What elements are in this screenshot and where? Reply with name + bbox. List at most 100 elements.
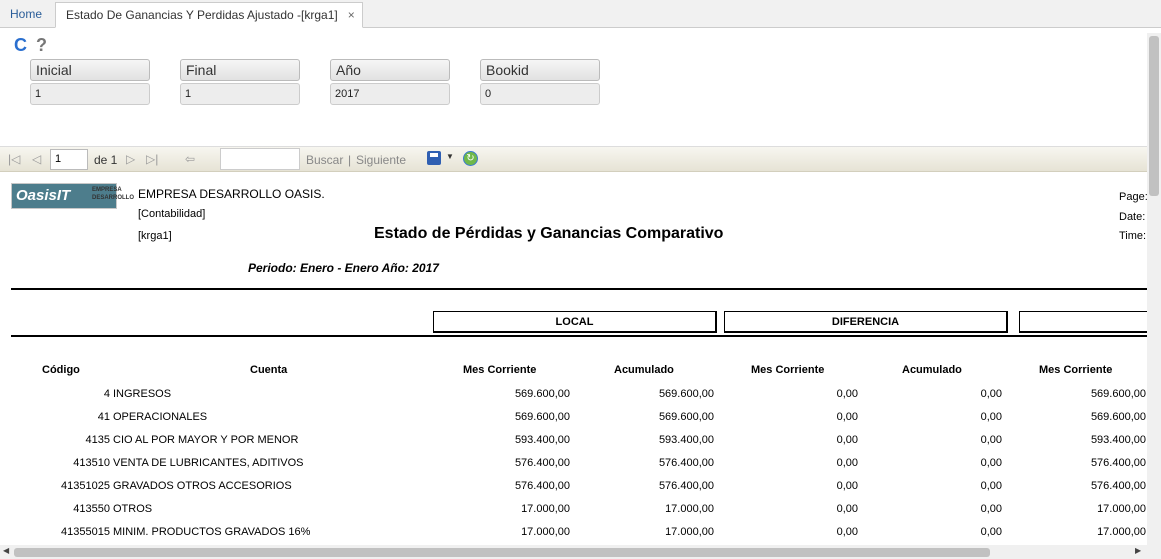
table-row: 41355015 MINIM. PRODUCTOS GRAVADOS 16% 17.… [0,526,1147,545]
param-final: Final 1 [180,59,300,105]
search-link[interactable]: Buscar [306,153,343,167]
tab-report-label: Estado De Ganancias Y Perdidas Ajustado … [66,8,338,22]
row-acumulado-diferencia: 0,00 [980,388,1002,400]
horizontal-scrollbar[interactable]: ◀ ▶ [0,545,1147,559]
first-page-icon[interactable]: |◁ [8,151,20,167]
row-code: 41 [97,411,110,423]
row-account: GRAVADOS OTROS ACCESORIOS [113,480,292,492]
row-mes-corriente-diferencia: 0,00 [836,434,858,446]
header-mes-corriente-third: Mes Corriente [1039,364,1113,376]
chevron-down-icon[interactable]: ▼ [446,152,454,161]
row-mes-corriente-diferencia: 0,00 [836,503,858,515]
param-inicial-field[interactable]: 1 [30,83,150,105]
vertical-scrollbar[interactable] [1147,33,1161,559]
table-row: 413550 OTROS 17.000,00 17.000,00 0,00 0,00 17.… [0,503,1147,526]
row-code: 4135 [85,434,110,446]
row-mes-corriente-diferencia: 0,00 [836,388,858,400]
vertical-scroll-thumb[interactable] [1149,36,1159,196]
table-row: 41351025 GRAVADOS OTROS ACCESORIOS 576.400… [0,480,1147,503]
row-mes-corriente-third: 569.600,00 [1090,388,1146,400]
row-acumulado-diferencia: 0,00 [980,411,1002,423]
param-bookid: Bookid 0 [480,59,600,105]
row-acumulado-diferencia: 0,00 [980,526,1002,538]
table-row: 41 OPERACIONALES 569.600,00 569.600,00 0,00 0… [0,411,1147,434]
param-final-field[interactable]: 1 [180,83,300,105]
header-codigo: Código [42,364,80,376]
report-viewer-toolbar: |◁ ◁ 1 de 1 ▷ ▷| ⇦ Buscar | Siguiente ▼ … [0,146,1147,172]
refresh-icon[interactable]: C [14,36,27,54]
page-label: Page: [1119,191,1147,203]
row-account: INGRESOS [113,388,172,400]
divider [11,288,1147,290]
param-inicial-label: Inicial [30,59,150,81]
param-ano: Año 2017 [330,59,450,105]
back-icon[interactable]: ⇦ [185,151,195,167]
table-row: 413510 VENTA DE LUBRICANTES, ADITIVOS 576.… [0,457,1147,480]
row-acumulado-local: 593.400,00 [658,434,714,446]
divider [11,335,1147,337]
date-label: Date: [1119,211,1146,223]
department: [Contabilidad] [138,208,206,220]
group-diferencia: DIFERENCIA [724,311,1008,333]
row-acumulado-local: 576.400,00 [658,480,714,492]
row-code: 413550 [73,503,110,515]
row-mes-corriente-diferencia: 0,00 [836,457,858,469]
row-acumulado-local: 17.000,00 [665,503,714,515]
row-mes-corriente-diferencia: 0,00 [836,480,858,492]
row-mes-corriente-diferencia: 0,00 [836,411,858,423]
table-row: 4 INGRESOS 569.600,00 569.600,00 0,00 0,00 569… [0,388,1147,411]
next-page-icon[interactable]: ▷ [126,151,135,167]
report-page: OasisIT EMPRESA DESARROLLO EMPRESA DESAR… [0,173,1147,545]
row-account: OPERACIONALES [113,411,208,423]
horizontal-scroll-thumb[interactable] [14,548,990,557]
row-acumulado-diferencia: 0,00 [980,503,1002,515]
row-mes-corriente-local: 569.600,00 [514,388,570,400]
row-mes-corriente-local: 17.000,00 [521,526,570,538]
row-account: MINIM. PRODUCTOS GRAVADOS 16% [113,526,311,538]
logo-tagline: EMPRESA DESARROLLO [92,187,134,201]
row-mes-corriente-local: 576.400,00 [514,457,570,469]
row-acumulado-diferencia: 0,00 [980,480,1002,492]
header-mes-corriente-local: Mes Corriente [463,364,537,376]
row-mes-corriente-third: 17.000,00 [1097,503,1146,515]
row-account: OTROS [113,503,153,515]
row-mes-corriente-local: 593.400,00 [514,434,570,446]
period-line: Periodo: Enero - Enero Año: 2017 [248,261,439,275]
param-ano-label: Año [330,59,450,81]
param-bookid-field[interactable]: 0 [480,83,600,105]
row-mes-corriente-local: 569.600,00 [514,411,570,423]
row-mes-corriente-third: 593.400,00 [1090,434,1146,446]
time-label: Time: [1119,230,1147,242]
header-acumulado-local: Acumulado [614,364,674,376]
header-mes-corriente-diferencia: Mes Corriente [751,364,825,376]
param-ano-field[interactable]: 2017 [330,83,450,105]
row-mes-corriente-local: 17.000,00 [521,503,570,515]
page-count: de 1 [94,153,118,167]
search-input[interactable] [220,148,300,170]
save-icon[interactable] [427,151,441,165]
logo-wordmark: OasisIT [16,187,71,204]
previous-page-icon[interactable]: ◁ [32,151,41,167]
scroll-right-icon[interactable]: ▶ [1135,546,1141,555]
row-mes-corriente-third: 576.400,00 [1090,457,1146,469]
group-local: LOCAL [433,311,717,333]
row-account: CIO AL POR MAYOR Y POR MENOR [113,434,299,446]
tab-bar: Home Estado De Ganancias Y Perdidas Ajus… [0,0,1161,28]
row-code: 41355015 [61,526,110,538]
scroll-left-icon[interactable]: ◀ [3,546,9,555]
next-link[interactable]: Siguiente [356,153,406,167]
close-icon[interactable]: × [348,3,355,27]
row-code: 41351025 [61,480,110,492]
last-page-icon[interactable]: ▷| [146,151,158,167]
param-bookid-label: Bookid [480,59,600,81]
page-number-input[interactable]: 1 [50,149,88,170]
tab-report[interactable]: Estado De Ganancias Y Perdidas Ajustado … [55,2,363,28]
company-name: EMPRESA DESARROLLO OASIS. [138,187,325,201]
report-code: [krga1] [138,230,172,242]
param-final-label: Final [180,59,300,81]
row-account: VENTA DE LUBRICANTES, ADITIVOS [113,457,304,469]
row-acumulado-diferencia: 0,00 [980,434,1002,446]
refresh-report-icon[interactable]: ↻ [463,151,478,166]
help-icon[interactable]: ? [36,36,47,54]
tab-home[interactable]: Home [0,2,52,28]
